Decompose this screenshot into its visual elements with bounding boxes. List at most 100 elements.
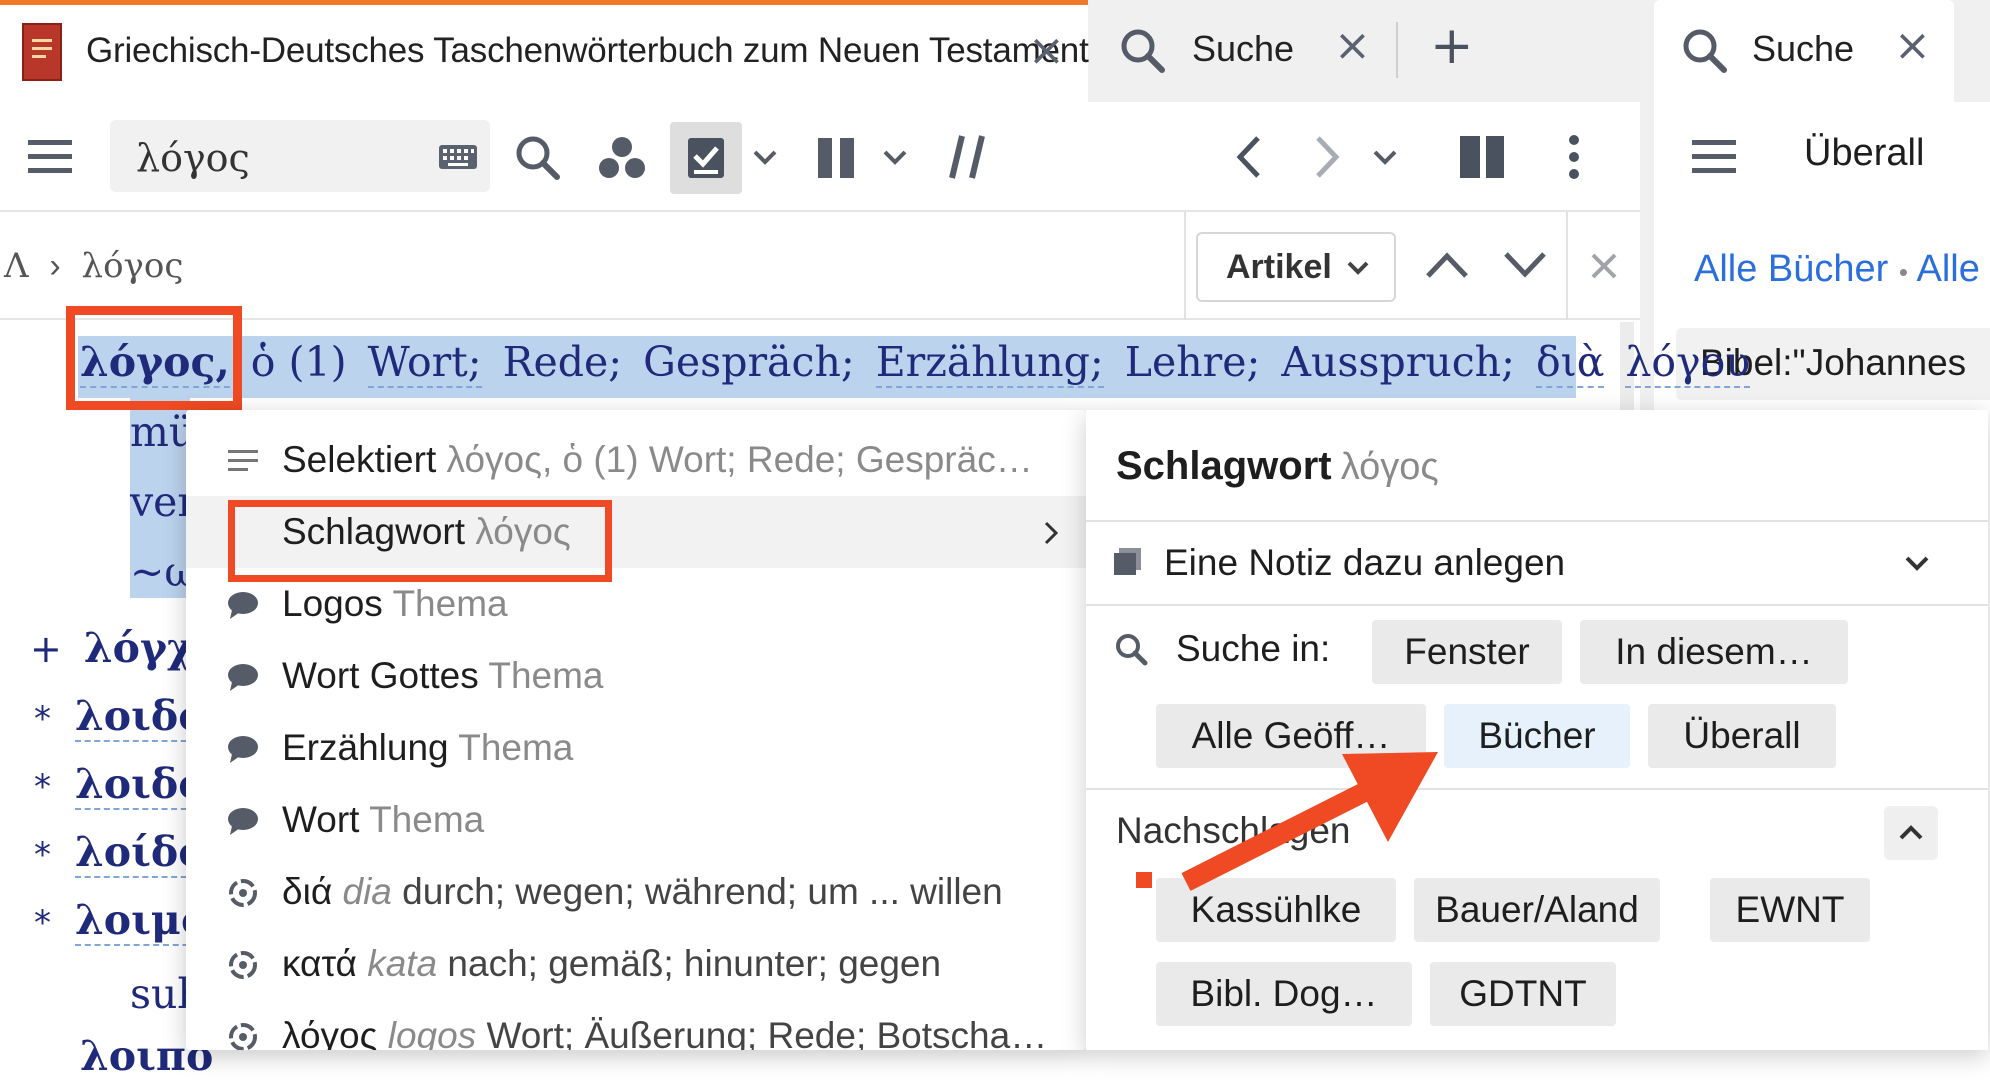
toolbar: λόγος	[0, 102, 1640, 212]
entry-list: + λόγχι * λοιδο * λοιδο * λοίδο * λοιμό sub λ…	[0, 612, 214, 1080]
panel-title: Schlagwort	[1116, 444, 1332, 488]
menu-item-topic[interactable]: Wort Thema	[186, 784, 1086, 856]
menu-item-detail: nach; gemäß; hinunter; gegen	[447, 943, 942, 984]
menu-icon[interactable]	[28, 138, 72, 176]
forward-icon[interactable]	[1312, 134, 1342, 180]
menu-item-detail: durch; wegen; während; um ... willen	[402, 871, 1003, 912]
list-item[interactable]: * λοιμό	[34, 896, 209, 946]
entry-marker: +	[30, 627, 62, 671]
close-tab-icon[interactable]: ×	[1894, 24, 1931, 68]
entry-marker: *	[34, 835, 51, 875]
menu-item-lemma[interactable]: λόγος logos Wort; Äußerung; Rede; Botsch…	[186, 1000, 1086, 1050]
chevron-right-icon	[1044, 521, 1059, 545]
speech-bubble-icon	[228, 592, 258, 619]
list-item[interactable]: * λοιδο	[34, 692, 206, 742]
search-this-book-button[interactable]: In diesem…	[1580, 620, 1848, 684]
entry-marker: *	[34, 699, 51, 739]
menu-item-topic[interactable]: Erzählung Thema	[186, 712, 1086, 784]
menu-item-label: διά	[282, 871, 333, 912]
menu-item-transliteration: kata	[367, 943, 438, 984]
lemma-icon	[229, 1023, 257, 1050]
menu-item-label: Erzählung	[282, 727, 449, 768]
search-window-button[interactable]: Fenster	[1372, 620, 1562, 684]
list-item[interactable]: * λοίδο	[34, 828, 206, 878]
keyboard-icon[interactable]	[438, 144, 478, 170]
lookup-bibl-dog-button[interactable]: Bibl. Dog…	[1156, 962, 1412, 1026]
menu-item-label: Selektiert	[282, 439, 437, 480]
chevron-down-icon	[1347, 261, 1369, 275]
note-row[interactable]: Eine Notiz dazu anlegen	[1086, 522, 1988, 604]
search-everywhere-button[interactable]: Überall	[1648, 704, 1836, 768]
menu-item-lemma[interactable]: κατά kata nach; gemäß; hinunter; gegen	[186, 928, 1086, 1000]
collapse-button[interactable]	[1884, 806, 1938, 860]
nav-divider	[1184, 212, 1186, 320]
breadcrumb-current[interactable]: λόγος	[82, 246, 184, 286]
tab-right-search[interactable]: Suche ×	[1654, 0, 1954, 102]
speech-bubble-icon	[228, 808, 258, 835]
columns-icon[interactable]	[818, 138, 854, 178]
menu-item-detail: λόγος, ὁ (1) Wort; Rede; Gespräc…	[446, 439, 1033, 480]
close-tab-icon[interactable]: ×	[1028, 29, 1065, 73]
visual-filter-icon[interactable]	[598, 136, 646, 180]
chevron-down-icon[interactable]	[882, 148, 908, 166]
next-article-icon[interactable]	[1502, 250, 1548, 280]
search-icon[interactable]	[514, 134, 560, 180]
gloss-word[interactable]: Erzählung;	[875, 338, 1104, 388]
chevron-down-icon[interactable]	[1904, 554, 1930, 572]
tab-bar: Griechisch-Deutsches Taschenwörterbuch z…	[0, 0, 1990, 1048]
search-input[interactable]: λόγος	[136, 136, 250, 180]
menu-item-topic[interactable]: Wort Gottes Thema	[186, 640, 1086, 712]
chevron-down-icon[interactable]	[1372, 148, 1398, 166]
scope-dropdown[interactable]: Überall	[1804, 132, 1924, 175]
back-icon[interactable]	[1234, 134, 1264, 180]
article-part: ὁ (1)	[250, 338, 347, 386]
search-icon	[1121, 29, 1165, 73]
tab-book[interactable]: Griechisch-Deutsches Taschenwörterbuch z…	[0, 0, 1089, 102]
entry-line-1: λόγος, ὁ (1) Wort; Rede; Gespräch; Erzäh…	[80, 338, 1751, 388]
greek-word[interactable]: διὰ	[1535, 338, 1605, 388]
tab-search[interactable]: Suche ×	[1096, 0, 1396, 102]
greek-word[interactable]: λόγου	[1625, 338, 1751, 388]
menu-item-lemma[interactable]: διά dia durch; wegen; während; um ... wi…	[186, 856, 1086, 928]
annotation-highlight-schlagwort	[228, 500, 612, 582]
artikel-dropdown[interactable]: Artikel	[1196, 232, 1396, 302]
highlight-toggle-button[interactable]	[670, 122, 742, 194]
menu-item-label: Wort	[282, 799, 360, 840]
divider	[1086, 604, 1988, 606]
checklist-icon	[688, 138, 724, 178]
menu-icon[interactable]	[1692, 138, 1736, 176]
right-toolbar: Überall	[1654, 102, 1990, 212]
gloss-word[interactable]: Wort;	[367, 338, 482, 388]
close-tab-icon[interactable]: ×	[1334, 24, 1371, 68]
close-icon[interactable]	[1590, 252, 1618, 280]
menu-item-selected[interactable]: Selektiert λόγος, ὁ (1) Wort; Rede; Gesp…	[186, 424, 1086, 496]
previous-article-icon[interactable]	[1424, 250, 1470, 280]
parallel-icon[interactable]	[946, 132, 986, 182]
breadcrumb-row: Λ › λόγος Artikel	[0, 212, 1640, 320]
gloss-word: Rede;	[502, 338, 623, 386]
menu-item-detail: Thema	[392, 583, 508, 624]
search-field[interactable]: λόγος	[110, 120, 490, 192]
lookup-gdtnt-button[interactable]: GDTNT	[1430, 962, 1616, 1026]
tab-book-title: Griechisch-Deutsches Taschenwörterbuch z…	[86, 31, 1089, 70]
chevron-down-icon[interactable]	[752, 148, 778, 166]
list-item[interactable]: * λοιδο	[34, 760, 206, 810]
menu-item-label: Logos	[282, 583, 383, 624]
nav-divider	[1566, 212, 1568, 320]
chevron-up-icon	[1899, 825, 1923, 840]
lookup-ewnt-button[interactable]: EWNT	[1710, 878, 1870, 942]
artikel-label: Artikel	[1226, 248, 1332, 286]
split-panel-icon[interactable]	[1460, 136, 1504, 178]
more-icon[interactable]	[1568, 134, 1580, 180]
gloss-word: Lehre;	[1124, 338, 1261, 386]
speech-bubble-icon	[228, 736, 258, 763]
note-label: Eine Notiz dazu anlegen	[1164, 542, 1566, 583]
add-tab-icon[interactable]: +	[1430, 16, 1474, 76]
annotation-arrow	[1136, 752, 1438, 891]
all-books-link[interactable]: Alle Bücher	[1694, 248, 1888, 290]
separator-dot: •	[1898, 257, 1908, 287]
breadcrumb-root[interactable]: Λ	[4, 246, 29, 286]
all-link[interactable]: Alle	[1916, 248, 1979, 290]
gloss-word: Ausspruch;	[1281, 338, 1515, 386]
menu-item-label: Wort Gottes	[282, 655, 479, 696]
